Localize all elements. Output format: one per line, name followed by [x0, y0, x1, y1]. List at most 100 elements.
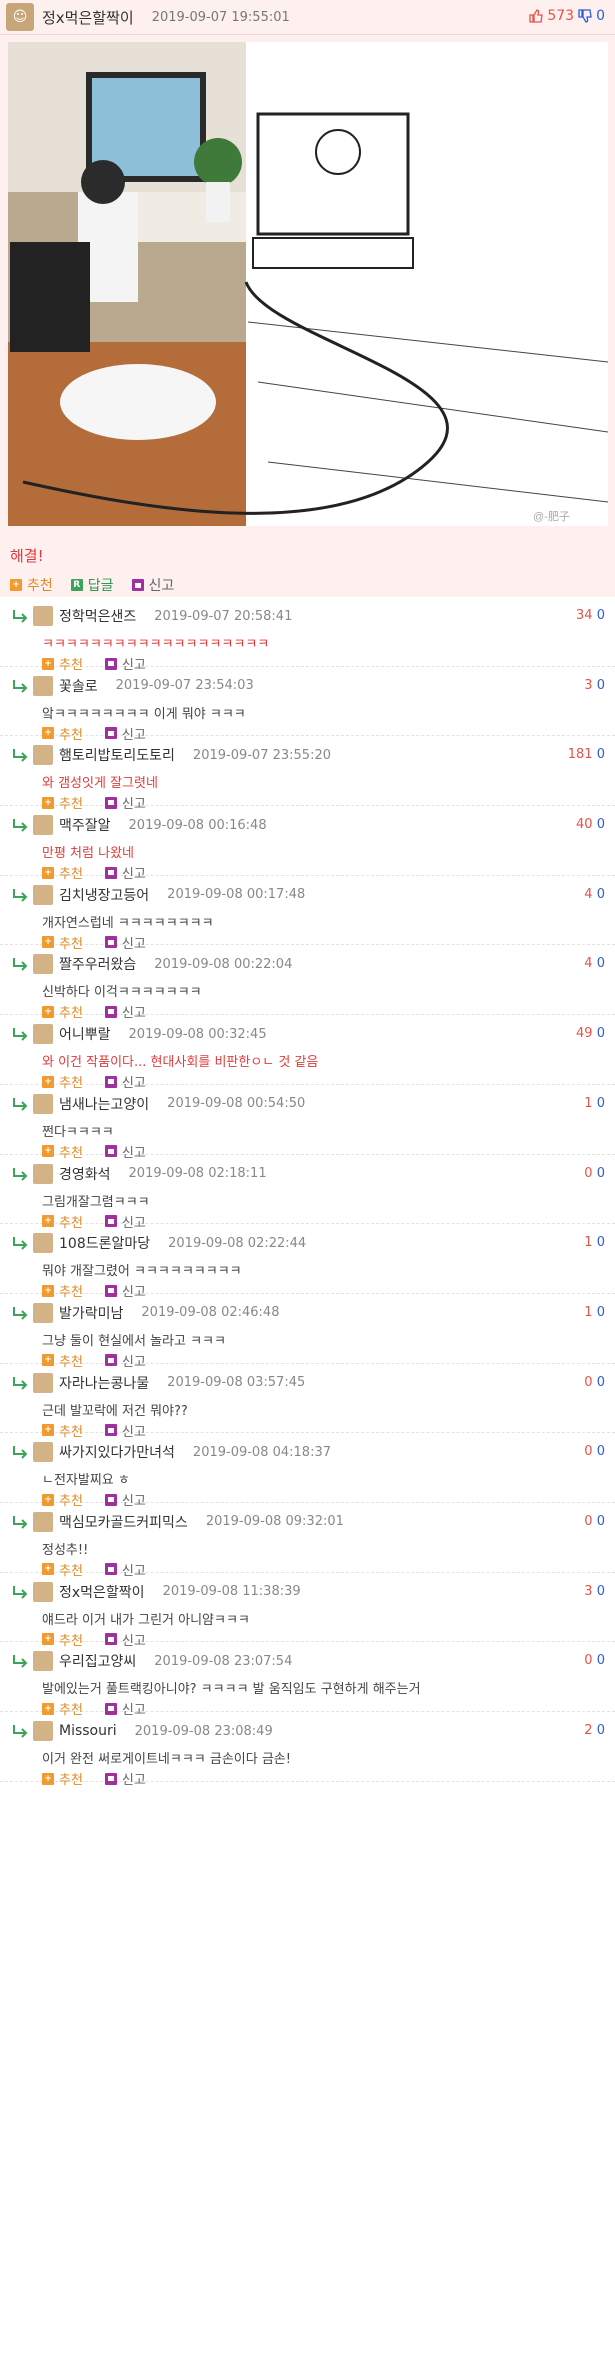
comment-upvotes: 0: [584, 1513, 593, 1529]
thumb-up-icon[interactable]: [529, 9, 544, 23]
post-image: @-肥子: [8, 42, 608, 526]
comment-upvotes: 3: [584, 677, 593, 693]
comment-author[interactable]: 발가락미남: [59, 1303, 123, 1323]
comment-report-button[interactable]: 신고: [104, 1769, 146, 1788]
comment-avatar[interactable]: [33, 1024, 53, 1045]
comment-text: 그냥 둘이 현실에서 놀라고 ㅋㅋㅋ: [42, 1333, 226, 1349]
comment-item: Missouri 2019-09-08 23:08:49 2 0 이거 완전 써…: [0, 1712, 615, 1788]
comment-avatar[interactable]: [33, 1233, 53, 1254]
comment-downvotes: 0: [596, 608, 605, 623]
comment-text: 쩐다ㅋㅋㅋㅋ: [42, 1124, 114, 1140]
comment-votes: 49 0: [576, 1026, 605, 1041]
comment-upvotes: 0: [584, 1374, 593, 1390]
comment-author[interactable]: 정학먹은샌즈: [59, 606, 136, 626]
reply-arrow-icon: [13, 1376, 28, 1390]
reply-arrow-icon: [13, 1655, 28, 1669]
comment-author[interactable]: 햄토리밥토리도토리: [59, 745, 175, 765]
comment-avatar[interactable]: [33, 745, 53, 766]
comment-header: 싸가지있다가만녀석 2019-09-08 04:18:37 0 0: [0, 1441, 615, 1463]
comment-item: 정x먹은할짝이 2019-09-08 11:38:39 3 0 얘드라 이거 내…: [0, 1573, 615, 1649]
comment-author[interactable]: 경영화석: [59, 1164, 111, 1184]
report-label: 신고: [121, 1773, 146, 1788]
comment-votes: 4 0: [584, 887, 605, 902]
comment-downvotes: 0: [596, 677, 605, 693]
comment-votes: 34 0: [576, 608, 605, 623]
comment-upvotes: 1: [584, 1304, 593, 1320]
thumb-down-icon[interactable]: [578, 9, 592, 23]
reply-arrow-icon: [13, 1446, 28, 1459]
report-icon: [131, 579, 144, 591]
post-author[interactable]: 정x먹은할짝이: [42, 7, 134, 28]
reply-arrow-icon: [13, 1306, 28, 1320]
comment-time: 2019-09-08 00:22:04: [154, 956, 293, 972]
comment-avatar[interactable]: [33, 606, 53, 626]
comment-author[interactable]: 맥심모카골드커피믹스: [59, 1512, 188, 1532]
image-watermark: @-肥子: [533, 510, 570, 523]
comment-header: 정학먹은샌즈 2019-09-07 20:58:41 34 0: [0, 605, 615, 627]
comment-upvotes: 181: [567, 747, 593, 763]
comment-author[interactable]: 꽃솔로: [59, 676, 98, 696]
comment-votes: 181 0: [568, 747, 605, 762]
comment-author[interactable]: 냄새나는고양이: [59, 1094, 149, 1114]
comment-author[interactable]: Missouri: [59, 1723, 117, 1739]
comment-author[interactable]: 자라나는콩나물: [59, 1373, 149, 1393]
comment-author[interactable]: 김치냉장고등어: [59, 885, 149, 905]
comment-text: 그림개잘그렴ㅋㅋㅋ: [42, 1194, 150, 1210]
comment-downvotes: 0: [596, 817, 605, 833]
comment-time: 2019-09-08 09:32:01: [205, 1514, 344, 1530]
comment-item: 햄토리밥토리도토리 2019-09-07 23:55:20 181 0 와 갬성…: [0, 736, 615, 812]
post-actions: + 추천 R 답글 신고: [10, 575, 174, 595]
comment-downvotes: 0: [596, 1653, 605, 1669]
comment-author[interactable]: 맥주잘알: [59, 815, 111, 835]
reply-arrow-icon: [13, 1237, 28, 1250]
comment-downvotes: 0: [596, 1374, 605, 1390]
comment-item: 어니뿌랄 2019-09-08 00:32:45 49 0 와 이건 작품이다.…: [0, 1015, 615, 1091]
comment-time: 2019-09-08 03:57:45: [167, 1375, 306, 1391]
comment-text: 신박하다 이걱ㅋㅋㅋㅋㅋㅋㅋ: [42, 985, 202, 1001]
comment-header: 맥주잘알 2019-09-08 00:16:48 40 0: [0, 814, 615, 836]
comment-author[interactable]: 108드론알마당: [59, 1233, 150, 1253]
comment-text: 정성추!!: [42, 1542, 89, 1558]
comment-avatar[interactable]: [33, 675, 53, 696]
comment-avatar[interactable]: [33, 1372, 53, 1393]
post-time: 2019-09-07 19:55:01: [151, 9, 290, 25]
comment-author[interactable]: 정x먹은할짝이: [59, 1582, 145, 1602]
post-downvotes: 0: [596, 8, 605, 24]
comment-upvotes: 3: [584, 1583, 593, 1599]
comment-author[interactable]: 어니뿌랄: [59, 1024, 111, 1044]
comment-time: 2019-09-07 23:54:03: [115, 678, 254, 694]
comment-recommend-button[interactable]: + 추천: [42, 1769, 83, 1788]
comment-author[interactable]: 싸가지있다가만녀석: [59, 1442, 175, 1462]
comment-item: 우리집고양씨 2019-09-08 23:07:54 0 0 발에있는거 풀트랙…: [0, 1642, 615, 1718]
comment-avatar[interactable]: [33, 1651, 53, 1672]
recommend-button[interactable]: + 추천: [10, 575, 53, 595]
comment-votes: 4 0: [584, 956, 605, 971]
comment-text: 앜ㅋㅋㅋㅋㅋㅋㅋㅋ 이게 뭐야 ㅋㅋㅋ: [42, 706, 246, 722]
comment-downvotes: 0: [596, 956, 605, 972]
comment-avatar[interactable]: [33, 1721, 53, 1741]
comment-time: 2019-09-08 11:38:39: [162, 1584, 301, 1600]
comment-text: 발에있는거 풀트랙킹아니야? ㅋㅋㅋㅋ 발 움직임도 구현하게 해주는거: [42, 1682, 421, 1698]
post: ☺ 정x먹은할짝이 2019-09-07 19:55:01 573 0 @-肥子: [0, 0, 615, 597]
comment-author[interactable]: 우리집고양씨: [59, 1651, 136, 1671]
post-votes: 573 0: [529, 8, 605, 24]
comment-votes: 1 0: [584, 1096, 605, 1111]
comment-avatar[interactable]: [33, 1511, 53, 1532]
comment-votes: 3 0: [584, 678, 605, 693]
comment-list: 정학먹은샌즈 2019-09-07 20:58:41 34 0 ㅋㅋㅋㅋㅋㅋㅋㅋ…: [0, 597, 615, 1788]
comment-avatar[interactable]: [33, 1093, 53, 1114]
reply-label: 답글: [87, 578, 114, 594]
comment-avatar[interactable]: [33, 954, 53, 975]
report-button[interactable]: 신고: [131, 575, 174, 595]
comment-avatar[interactable]: [33, 1163, 53, 1184]
comment-header: 경영화석 2019-09-08 02:18:11 0 0: [0, 1163, 615, 1185]
reply-arrow-icon: [13, 1167, 28, 1181]
author-avatar[interactable]: ☺: [6, 3, 34, 31]
comment-avatar[interactable]: [33, 815, 53, 836]
comment-avatar[interactable]: [33, 1302, 53, 1323]
comment-avatar[interactable]: [33, 1581, 53, 1602]
reply-button[interactable]: R 답글: [70, 575, 114, 595]
comment-avatar[interactable]: [33, 1442, 53, 1463]
comment-avatar[interactable]: [33, 884, 53, 905]
comment-author[interactable]: 짤주우러왔슴: [59, 954, 136, 974]
